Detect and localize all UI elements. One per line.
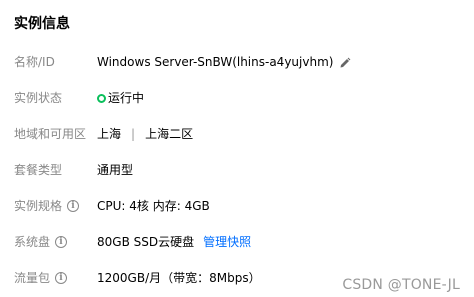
region-separator: |	[131, 127, 136, 141]
instance-info-panel: 实例信息 名称/ID Windows Server-SnBW(lhins-a4y…	[0, 0, 474, 297]
region-text: 上海	[97, 127, 122, 141]
spec-text: CPU: 4核 内存: 4GB	[97, 199, 210, 213]
spec-value: CPU: 4核 内存: 4GB	[97, 197, 210, 215]
traffic-info-icon[interactable]: i	[55, 272, 68, 284]
row-package-type: 套餐类型 通用型	[14, 161, 474, 197]
region-value: 上海 | 上海二区	[97, 125, 193, 143]
row-name-id: 名称/ID Windows Server-SnBW(lhins-a4yujvhm…	[14, 53, 474, 89]
status-label-text: 实例状态	[14, 91, 63, 105]
row-system-disk: 系统盘 i 80GB SSD云硬盘 管理快照	[14, 233, 474, 269]
watermark: CSDN @TONE-JL	[342, 277, 460, 293]
system-disk-info-icon[interactable]: i	[55, 236, 68, 248]
status-text: 运行中	[108, 91, 145, 105]
name-id-label-text: 名称/ID	[14, 55, 55, 69]
traffic-label-text: 流量包	[14, 271, 51, 285]
region-label-text: 地域和可用区	[14, 127, 87, 141]
status-label: 实例状态	[14, 89, 62, 107]
system-disk-value: 80GB SSD云硬盘 管理快照	[97, 233, 251, 251]
spec-label-text: 实例规格	[14, 199, 63, 213]
package-type-text: 通用型	[97, 163, 134, 177]
zone-text: 上海二区	[145, 127, 194, 141]
traffic-label: 流量包 i	[14, 269, 68, 287]
traffic-value: 1200GB/月（带宽：8Mbps）	[97, 269, 261, 287]
instance-name-text: Windows Server-SnBW(lhins-a4yujvhm)	[97, 55, 334, 69]
system-disk-label: 系统盘 i	[14, 233, 68, 251]
row-status: 实例状态 运行中	[14, 89, 474, 125]
spec-info-icon[interactable]: i	[67, 200, 80, 212]
pencil-icon[interactable]	[339, 56, 351, 68]
name-id-label: 名称/ID	[14, 53, 55, 71]
system-disk-label-text: 系统盘	[14, 235, 51, 249]
section-title: 实例信息	[14, 16, 70, 32]
row-spec: 实例规格 i CPU: 4核 内存: 4GB	[14, 197, 474, 233]
status-value: 运行中	[97, 89, 144, 107]
region-label: 地域和可用区	[14, 125, 86, 143]
package-type-label-text: 套餐类型	[14, 163, 63, 177]
spec-label: 实例规格 i	[14, 197, 80, 215]
manage-snapshot-link[interactable]: 管理快照	[203, 233, 251, 251]
name-id-value: Windows Server-SnBW(lhins-a4yujvhm)	[97, 53, 351, 71]
traffic-text: 1200GB/月（带宽：8Mbps）	[97, 271, 261, 285]
running-status-icon	[97, 93, 106, 103]
row-region: 地域和可用区 上海 | 上海二区	[14, 125, 474, 161]
package-type-value: 通用型	[97, 161, 133, 179]
system-disk-text: 80GB SSD云硬盘	[97, 235, 195, 249]
package-type-label: 套餐类型	[14, 161, 62, 179]
